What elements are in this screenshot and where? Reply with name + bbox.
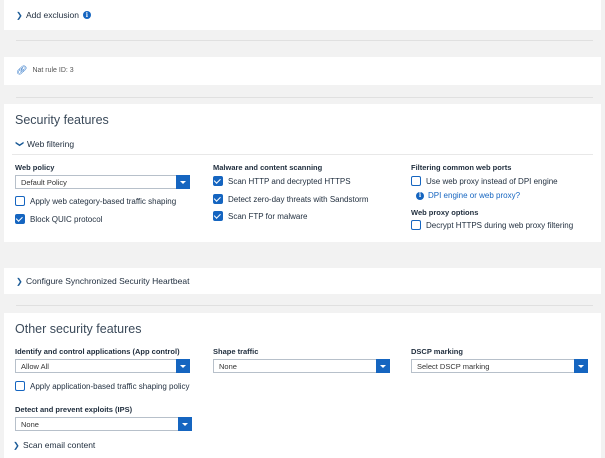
ips-value: None [21,419,39,429]
chevron-right-icon: ❯ [13,440,20,450]
app-shaping-checkbox[interactable] [15,381,25,391]
add-exclusion-panel: ❯ Add exclusion i [4,0,601,30]
section-title-other-security-features: Other security features [15,322,142,336]
dpi-help[interactable]: i DPI engine or web proxy? [416,191,520,200]
option-label: Apply web category-based traffic shaping [30,196,177,206]
divider [16,305,593,306]
web-policy-value: Default Policy [21,177,67,187]
info-icon: i [416,191,424,200]
dropdown-arrow-icon[interactable] [178,417,192,431]
use-web-proxy-checkbox[interactable] [411,176,421,186]
dropdown-arrow-icon[interactable] [176,175,190,189]
divider [12,154,593,155]
info-icon[interactable]: i [82,11,91,19]
heartbeat-panel: ❯ Configure Synchronized Security Heartb… [4,268,601,294]
add-exclusion-toggle[interactable]: ❯ Add exclusion i [16,10,91,20]
block-quic-checkbox[interactable] [15,214,25,224]
dscp-value: Select DSCP marking [417,361,490,371]
decrypt-https-checkbox[interactable] [411,220,421,230]
scan-http-checkbox[interactable] [213,176,223,186]
other-security-features-panel: Other security features Identify and con… [4,313,601,458]
option-label: Decrypt HTTPS during web proxy filtering [426,220,574,230]
divider [16,97,593,98]
apply-web-category-shaping-checkbox[interactable] [15,196,25,206]
shape-traffic-value: None [219,361,237,371]
scan-http-option[interactable]: Scan HTTP and decrypted HTTPS [213,176,351,186]
dscp-select[interactable]: Select DSCP marking [411,359,588,373]
option-label: Detect zero-day threats with Sandstorm [228,194,369,204]
malware-scanning-label: Malware and content scanning [213,163,323,172]
filtering-ports-label: Filtering common web ports [411,163,512,172]
dpi-help-link[interactable]: DPI engine or web proxy? [428,191,520,200]
decrypt-https-option[interactable]: Decrypt HTTPS during web proxy filtering [411,220,573,230]
chevron-right-icon: ❯ [16,276,23,286]
divider [16,40,593,41]
web-policy-select[interactable]: Default Policy [15,175,190,189]
security-features-panel: Security features ❯ Web filtering Web po… [4,104,601,242]
heartbeat-toggle[interactable]: ❯ Configure Synchronized Security Heartb… [16,276,189,286]
scan-ftp-checkbox[interactable] [213,211,223,221]
option-label: Use web proxy instead of DPI engine [426,176,558,186]
scan-email-label: Scan email content [23,440,96,450]
nat-rule-panel: 🔗︎ Nat rule ID: 3 [4,57,601,85]
option-label: Scan HTTP and decrypted HTTPS [228,176,351,186]
web-filtering-label: Web filtering [27,139,75,149]
nat-rule-info: 🔗︎ Nat rule ID: 3 [16,65,74,76]
chevron-down-icon: ❯ [15,140,25,147]
add-exclusion-label: Add exclusion [26,10,79,20]
web-proxy-options-label: Web proxy options [411,208,479,217]
app-control-value: Allow All [21,361,49,371]
link-icon: 🔗︎ [16,65,28,75]
dropdown-arrow-icon[interactable] [176,359,190,373]
web-filtering-toggle[interactable]: ❯ Web filtering [15,139,75,149]
ips-select[interactable]: None [15,417,192,431]
option-label: Apply application-based traffic shaping … [30,381,190,391]
dropdown-arrow-icon[interactable] [376,359,390,373]
heartbeat-label: Configure Synchronized Security Heartbea… [26,276,190,286]
dscp-label: DSCP marking [411,347,463,356]
app-control-label: Identify and control applications (App c… [15,347,180,356]
section-title-security-features: Security features [15,113,109,127]
block-quic-option[interactable]: Block QUIC protocol [15,214,102,224]
shape-traffic-label: Shape traffic [213,347,259,356]
option-label: Block QUIC protocol [30,214,103,224]
chevron-right-icon: ❯ [16,10,23,20]
option-label: Scan FTP for malware [228,211,308,221]
app-shaping-option[interactable]: Apply application-based traffic shaping … [15,381,190,391]
app-control-select[interactable]: Allow All [15,359,190,373]
apply-web-category-shaping-option[interactable]: Apply web category-based traffic shaping [15,196,176,206]
sandstorm-option[interactable]: Detect zero-day threats with Sandstorm [213,194,369,204]
nat-rule-label: Nat rule ID: 3 [32,67,74,74]
use-web-proxy-option[interactable]: Use web proxy instead of DPI engine [411,176,558,186]
dropdown-arrow-icon[interactable] [574,359,588,373]
web-policy-label: Web policy [15,163,55,172]
sandstorm-checkbox[interactable] [213,194,223,204]
shape-traffic-select[interactable]: None [213,359,390,373]
scan-email-toggle[interactable]: ❯ Scan email content [13,440,95,450]
scan-ftp-option[interactable]: Scan FTP for malware [213,211,307,221]
ips-label: Detect and prevent exploits (IPS) [15,405,133,414]
